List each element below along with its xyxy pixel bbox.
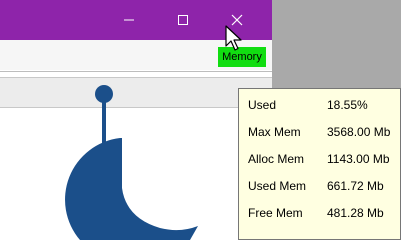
tooltip-row-free-mem: Free Mem 481.28 Mb — [239, 202, 399, 224]
free-mem-label: Free Mem — [248, 206, 303, 220]
maximize-button[interactable] — [160, 0, 206, 40]
tooltip-row-used: Used 18.55% — [239, 94, 399, 116]
memory-tooltip: Used 18.55% Max Mem 3568.00 Mb Alloc Mem… — [238, 88, 401, 240]
used-mem-value: 661.72 Mb — [327, 179, 384, 193]
mouse-pointer-icon — [225, 25, 242, 51]
max-mem-label: Max Mem — [248, 125, 301, 139]
app-logo — [65, 85, 198, 240]
tooltip-row-used-mem: Used Mem 661.72 Mb — [239, 175, 399, 197]
alloc-mem-label: Alloc Mem — [248, 152, 305, 166]
used-value: 18.55% — [327, 98, 368, 112]
minimize-button[interactable] — [106, 0, 152, 40]
tooltip-row-max-mem: Max Mem 3568.00 Mb — [239, 121, 399, 143]
window-content: Memory — [0, 40, 272, 240]
free-mem-value: 481.28 Mb — [327, 206, 384, 220]
max-mem-value: 3568.00 Mb — [327, 125, 391, 139]
minimize-icon — [124, 19, 134, 21]
used-mem-label: Used Mem — [248, 179, 307, 193]
maximize-icon — [178, 15, 188, 25]
tooltip-row-alloc-mem: Alloc Mem 1143.00 Mb — [239, 148, 399, 170]
used-label: Used — [248, 98, 277, 112]
alloc-mem-value: 1143.00 Mb — [327, 152, 390, 166]
